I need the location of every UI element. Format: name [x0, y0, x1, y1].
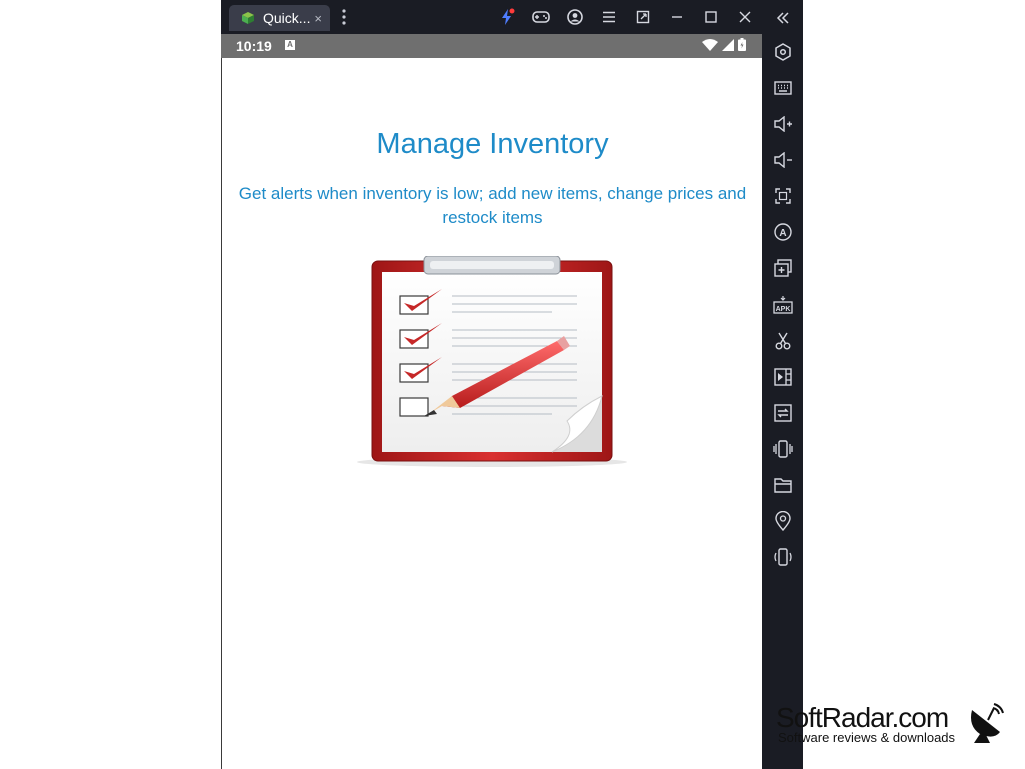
maximize-icon[interactable]	[694, 0, 728, 34]
gamepad-icon[interactable]	[524, 0, 558, 34]
svg-text:A: A	[779, 228, 786, 239]
settings-hex-icon[interactable]	[770, 39, 795, 64]
checkbox-unchecked	[399, 397, 429, 417]
close-icon[interactable]	[728, 0, 762, 34]
svg-text:APK: APK	[775, 306, 790, 313]
tab-close-icon[interactable]: ×	[314, 11, 322, 26]
auto-rotate-icon[interactable]: A	[770, 219, 795, 244]
scissors-icon[interactable]	[770, 328, 795, 353]
install-apk-icon[interactable]: APK	[770, 292, 795, 317]
shake-icon[interactable]	[770, 436, 795, 461]
collapse-icon[interactable]	[770, 5, 795, 30]
folder-icon[interactable]	[770, 472, 795, 497]
app-tab[interactable]: Quick... ×	[229, 5, 330, 31]
more-options-icon[interactable]	[339, 8, 349, 26]
app-tab-label: Quick...	[263, 10, 311, 26]
status-clock: 10:19	[236, 38, 272, 54]
screenshot-icon[interactable]	[770, 183, 795, 208]
menu-icon[interactable]	[592, 0, 626, 34]
account-icon[interactable]	[558, 0, 592, 34]
volume-up-icon[interactable]	[770, 111, 795, 136]
app-cube-icon	[242, 12, 254, 24]
emulator-sidebar: A APK	[762, 0, 803, 769]
boost-icon[interactable]	[490, 0, 524, 34]
watermark-tagline: Software reviews & downloads	[778, 730, 956, 745]
page-title: Manage Inventory	[376, 128, 609, 160]
battery-icon	[738, 38, 746, 51]
title-bar: Quick... ×	[221, 0, 762, 34]
signal-icon	[722, 38, 734, 51]
emulator-window: Quick... × 10:19 A Manage Inventory Get …	[221, 0, 803, 769]
restore-window-icon[interactable]	[626, 0, 660, 34]
multi-instance-icon[interactable]	[770, 255, 795, 280]
app-screen: Manage Inventory Get alerts when invento…	[221, 58, 762, 769]
softradar-watermark: SoftRadar.com Software reviews & downloa…	[776, 702, 1016, 750]
page-subtitle: Get alerts when inventory is low; add ne…	[238, 184, 747, 227]
minimize-icon[interactable]	[660, 0, 694, 34]
notification-a-icon: A	[285, 40, 295, 50]
rotate-icon[interactable]	[770, 544, 795, 569]
volume-down-icon[interactable]	[770, 147, 795, 172]
sync-icon[interactable]	[770, 400, 795, 425]
keyboard-icon[interactable]	[770, 75, 795, 100]
location-icon[interactable]	[770, 508, 795, 533]
android-status-bar: 10:19 A	[221, 34, 762, 58]
clipboard-checklist-illustration	[357, 256, 627, 467]
video-record-icon[interactable]	[770, 364, 795, 389]
satellite-dish-icon	[971, 703, 1004, 743]
wifi-icon	[702, 38, 718, 51]
